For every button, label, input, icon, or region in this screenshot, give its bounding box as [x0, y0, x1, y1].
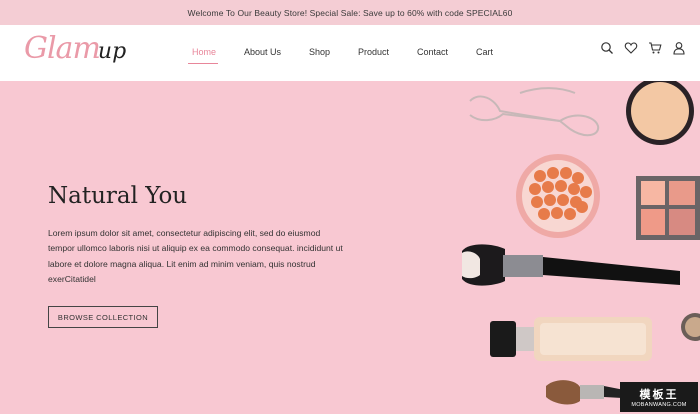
watermark-logo: 模板王 MOBANWANG.COM	[620, 382, 698, 412]
nav-contact[interactable]: Contact	[417, 47, 448, 57]
announcement-bar: Welcome To Our Beauty Store! Special Sal…	[0, 0, 700, 25]
search-icon[interactable]	[600, 41, 614, 55]
main-nav: Home About Us Shop Product Contact Cart	[0, 25, 700, 81]
blush-pearls-image	[516, 154, 600, 238]
nav-cart[interactable]: Cart	[476, 47, 493, 57]
eyeshadow-palette-image	[636, 176, 700, 240]
hero-description: Lorem ipsum dolor sit amet, consectetur …	[48, 228, 343, 285]
header-icons	[600, 41, 686, 55]
compact-powder-image	[626, 81, 694, 145]
nav-home[interactable]: Home	[192, 47, 216, 57]
browse-collection-button[interactable]: BROWSE COLLECTION	[48, 306, 158, 328]
nav-active-underline	[188, 63, 218, 64]
user-icon[interactable]	[672, 41, 686, 55]
hero-title: Natural You	[48, 183, 188, 209]
small-pot-image	[681, 313, 700, 341]
watermark-text: 模板王	[639, 389, 679, 401]
eyelash-curler-image	[469, 87, 600, 137]
nav-about-us[interactable]: About Us	[244, 47, 281, 57]
nav-shop[interactable]: Shop	[309, 47, 330, 57]
nav-product[interactable]: Product	[358, 47, 389, 57]
watermark-url: MOBANWANG.COM	[631, 402, 687, 408]
heart-icon[interactable]	[624, 41, 638, 55]
hero-banner: Natural You Lorem ipsum dolor sit amet, …	[0, 81, 700, 414]
foundation-bottle-image	[490, 317, 652, 361]
cart-icon[interactable]	[648, 41, 662, 55]
announcement-text: Welcome To Our Beauty Store! Special Sal…	[187, 7, 513, 18]
site-header: Glam up Home About Us Shop Product Conta…	[0, 25, 700, 81]
makeup-brush-image	[462, 244, 680, 286]
